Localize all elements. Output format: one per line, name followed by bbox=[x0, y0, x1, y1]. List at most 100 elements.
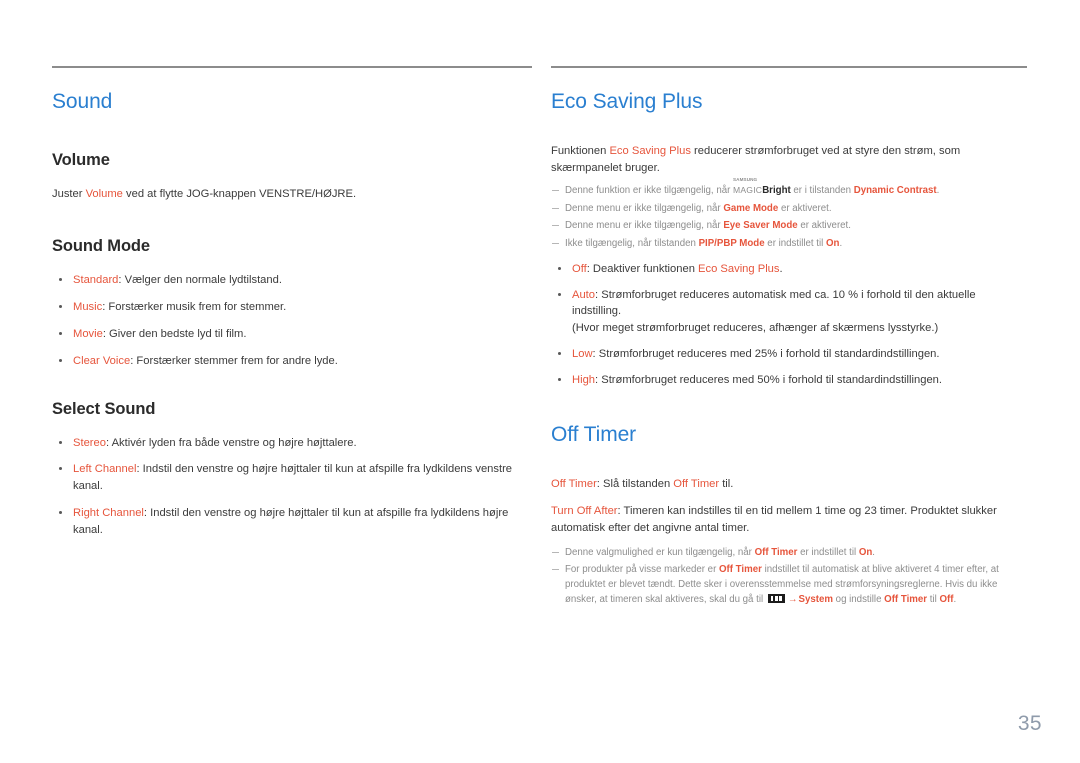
note-mid-3: til bbox=[927, 593, 940, 605]
off-timer-notes-list: Denne valgmulighed er kun tilgængelig, n… bbox=[551, 546, 1027, 608]
note-item: Denne menu er ikke tilgængelig, når Game… bbox=[551, 202, 1027, 217]
list-item: Auto: Strømforbruget reduceres automatis… bbox=[551, 287, 1027, 337]
list-item-desc-line2: (Hvor meget strømforbruget reduceres, af… bbox=[572, 322, 939, 335]
off-timer-term-2: Off Timer bbox=[673, 477, 720, 490]
list-item-term: Off bbox=[572, 262, 587, 275]
bright-label: Bright bbox=[762, 184, 791, 196]
select-sound-list: Stereo: Aktivér lyden fra både venstre o… bbox=[52, 435, 532, 539]
note-item: Denne funktion er ikke tilgængelig, når … bbox=[551, 178, 1027, 199]
list-item-term: Left Channel bbox=[73, 463, 137, 476]
list-item-term: Clear Voice bbox=[73, 354, 131, 367]
samsung-wordmark: SAMSUNG bbox=[733, 177, 758, 183]
list-item: Left Channel: Indstil den venstre og høj… bbox=[52, 461, 532, 495]
magic-wordmark: MAGIC bbox=[733, 184, 763, 195]
eco-intro-paragraph: Funktionen Eco Saving Plus reducerer str… bbox=[551, 143, 1027, 178]
note-mid: er indstillet til bbox=[764, 238, 826, 250]
sound-mode-list: Standard: Vælger den normale lydtilstand… bbox=[52, 272, 532, 369]
off-timer-paragraph-2: Turn Off After: Timeren kan indstilles t… bbox=[551, 503, 1027, 538]
note-end: . bbox=[872, 546, 875, 558]
list-item-desc: : Deaktiver funktionen bbox=[586, 262, 699, 275]
note-pre: Denne valgmulighed er kun tilgængelig, n… bbox=[565, 546, 755, 558]
list-item-desc: : Giver den bedste lyd til film. bbox=[102, 328, 247, 341]
note-end: . bbox=[839, 238, 843, 250]
list-item-desc: : Indstil den venstre og højre højttaler… bbox=[73, 463, 513, 493]
note-pre: Denne menu er ikke tilgængelig, når bbox=[565, 220, 724, 232]
list-item-desc: : Aktivér lyden fra både venstre og højr… bbox=[105, 436, 357, 449]
note-pre: Denne funktion er ikke tilgængelig, når bbox=[565, 184, 734, 196]
subsection-title-sound-mode: Sound Mode bbox=[52, 237, 150, 256]
off-timer-term: Off Timer bbox=[551, 477, 597, 490]
page-title-eco-saving-plus: Eco Saving Plus bbox=[551, 90, 703, 113]
list-item-desc: : Strømforbruget reduceres med 50% i for… bbox=[595, 373, 942, 386]
note-term-3: Off Timer bbox=[884, 593, 928, 605]
list-item-term: Low bbox=[572, 347, 593, 360]
note-pre: Ikke tilgængelig, når tilstanden bbox=[565, 238, 699, 250]
menu-icon bbox=[767, 593, 785, 603]
eco-options-list: Off: Deaktiver funktionen Eco Saving Plu… bbox=[551, 261, 1027, 389]
list-item-term: Music bbox=[73, 301, 103, 314]
note-item: For produkter på visse markeder er Off T… bbox=[551, 563, 1027, 607]
off-timer-p1-end: til. bbox=[719, 477, 734, 490]
volume-term: Volume bbox=[85, 188, 123, 201]
list-item: Stereo: Aktivér lyden fra både venstre o… bbox=[52, 435, 532, 452]
list-item-desc: : Strømforbruget reduceres automatisk me… bbox=[572, 288, 976, 318]
list-item-term: Right Channel bbox=[73, 507, 144, 520]
note-term-2: On bbox=[858, 546, 873, 558]
off-timer-p1-mid: : Slå tilstanden bbox=[596, 477, 674, 490]
subsection-title-select-sound: Select Sound bbox=[52, 399, 156, 418]
list-item-desc: : Strømforbruget reduceres med 25% i for… bbox=[592, 347, 940, 360]
note-term: Off Timer bbox=[754, 546, 798, 558]
list-item-term: Standard bbox=[73, 274, 119, 287]
eco-intro-pre: Funktionen bbox=[551, 145, 610, 158]
document-page: Sound Volume Juster Volume ved at flytte… bbox=[0, 0, 1080, 763]
list-item-desc-term: Eco Saving Plus bbox=[698, 262, 780, 275]
list-item-term: Stereo bbox=[73, 436, 106, 449]
list-item: High: Strømforbruget reduceres med 50% i… bbox=[551, 372, 1027, 389]
note-term: Dynamic Contrast bbox=[853, 184, 937, 196]
note-post: er aktiveret. bbox=[797, 220, 851, 232]
note-term: Game Mode bbox=[723, 202, 779, 214]
list-item-desc: : Forstærker musik frem for stemmer. bbox=[102, 301, 287, 314]
list-item: Off: Deaktiver funktionen Eco Saving Plu… bbox=[551, 261, 1027, 278]
note-term-2: System bbox=[798, 593, 833, 605]
page-number: 35 bbox=[1017, 712, 1042, 735]
page-title-off-timer: Off Timer bbox=[551, 422, 637, 446]
note-item: Denne valgmulighed er kun tilgængelig, n… bbox=[551, 546, 1027, 561]
list-item: Clear Voice: Forstærker stemmer frem for… bbox=[52, 353, 532, 370]
left-column: Sound Volume Juster Volume ved at flytte… bbox=[52, 66, 532, 549]
list-item-term: Auto bbox=[572, 288, 596, 301]
arrow-icon: → bbox=[787, 593, 798, 605]
eco-intro-term: Eco Saving Plus bbox=[609, 145, 691, 158]
list-item-term: High bbox=[572, 373, 596, 386]
list-item: Music: Forstærker musik frem for stemmer… bbox=[52, 299, 532, 316]
volume-description: Juster Volume ved at flytte JOG-knappen … bbox=[52, 186, 532, 203]
list-item-desc-post: . bbox=[779, 262, 783, 275]
note-post: er aktiveret. bbox=[778, 202, 832, 214]
note-term-4: Off bbox=[939, 593, 954, 605]
eco-notes-list: Denne funktion er ikke tilgængelig, når … bbox=[551, 178, 1027, 252]
section-rule-right bbox=[551, 66, 1027, 68]
turn-off-after-term: Turn Off After bbox=[551, 504, 618, 517]
list-item: Right Channel: Indstil den venstre og hø… bbox=[52, 505, 532, 539]
note-item: Denne menu er ikke tilgængelig, når Eye … bbox=[551, 219, 1027, 234]
note-mid: er indstillet til bbox=[797, 546, 859, 558]
note-term-2: On bbox=[825, 238, 840, 250]
right-column: Eco Saving Plus Funktionen Eco Saving Pl… bbox=[551, 66, 1027, 612]
note-term: PIP/PBP Mode bbox=[698, 238, 765, 250]
note-end: . bbox=[936, 184, 940, 196]
note-pre: For produkter på visse markeder er bbox=[565, 564, 719, 576]
note-mid-2: og indstille bbox=[832, 593, 885, 605]
list-item: Movie: Giver den bedste lyd til film. bbox=[52, 326, 532, 343]
magic-bright-logo: SAMSUNG MAGIC bbox=[733, 178, 763, 199]
note-mid: er i tilstanden bbox=[790, 184, 854, 196]
note-end: . bbox=[953, 593, 957, 605]
page-title-sound: Sound bbox=[52, 90, 113, 113]
list-item-term: Movie bbox=[73, 328, 103, 341]
list-item-desc: : Forstærker stemmer frem for andre lyde… bbox=[130, 354, 338, 367]
turn-off-after-desc: : Timeren kan indstilles til en tid mell… bbox=[551, 504, 997, 535]
volume-desc-post: ved at flytte JOG-knappen VENSTRE/HØJRE. bbox=[122, 188, 357, 201]
note-item: Ikke tilgængelig, når tilstanden PIP/PBP… bbox=[551, 237, 1027, 252]
subsection-title-volume: Volume bbox=[52, 151, 110, 170]
note-term: Eye Saver Mode bbox=[723, 220, 798, 232]
off-timer-paragraph-1: Off Timer: Slå tilstanden Off Timer til. bbox=[551, 476, 1027, 493]
